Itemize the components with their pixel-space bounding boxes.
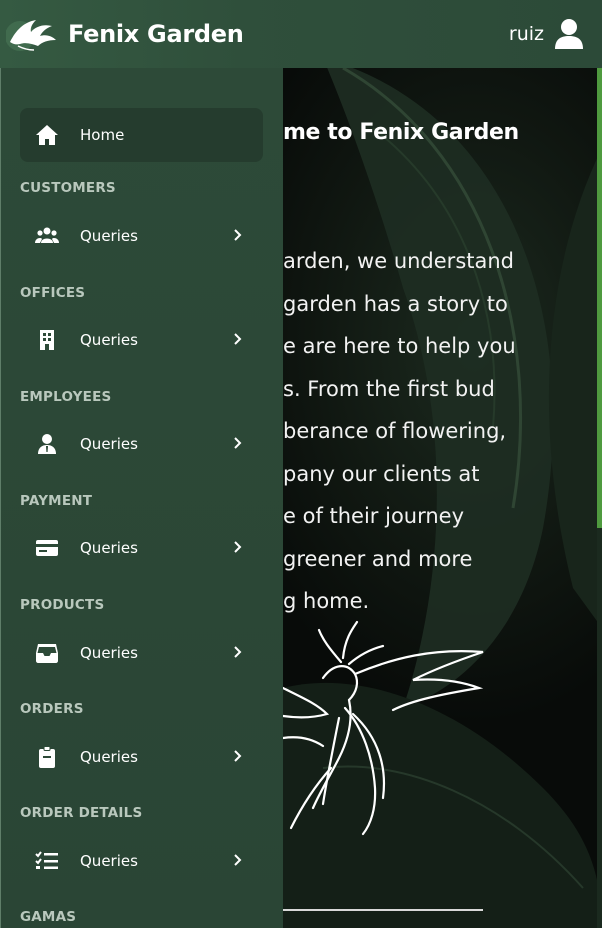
- section-offices: OFFICES: [20, 285, 86, 301]
- scrollbar-thumb[interactable]: [597, 68, 602, 528]
- main-content: me to Fenix Garden arden, we understand …: [283, 68, 602, 928]
- sidebar-item-label: Queries: [80, 227, 138, 245]
- users-icon: [34, 225, 60, 247]
- intro-line: e are here to help you: [283, 334, 516, 358]
- sidebar-item-label: Queries: [80, 331, 138, 349]
- sidebar-item-products-queries[interactable]: Queries: [20, 631, 263, 675]
- employee-icon: [34, 433, 60, 455]
- sidebar-item-order-details-queries[interactable]: Queries: [20, 839, 263, 883]
- inbox-icon: [34, 642, 60, 664]
- section-employees: EMPLOYEES: [20, 389, 112, 405]
- sidebar-item-label: Queries: [80, 435, 138, 453]
- sidebar-item-employees-queries[interactable]: Queries: [20, 422, 263, 466]
- chevron-right-icon: [234, 437, 242, 449]
- intro-text: arden, we understand garden has a story …: [283, 240, 516, 623]
- section-customers: CUSTOMERS: [20, 180, 116, 196]
- phoenix-illustration: [283, 620, 484, 836]
- user-name: ruiz: [508, 23, 544, 45]
- section-gamas: GAMAS: [20, 909, 77, 925]
- checklist-icon: [34, 850, 60, 872]
- intro-line: berance of flowering,: [283, 419, 507, 443]
- sidebar-item-label: Queries: [80, 539, 138, 557]
- intro-line: garden has a story to: [283, 291, 508, 316]
- chevron-right-icon: [234, 854, 242, 866]
- intro-line: e of their journey: [283, 504, 465, 528]
- section-orders: ORDERS: [20, 701, 84, 717]
- sidebar-item-customers-queries[interactable]: Queries: [20, 214, 263, 258]
- sidebar-item-orders-queries[interactable]: Queries: [20, 735, 263, 779]
- home-icon: [34, 124, 60, 146]
- user-menu[interactable]: ruiz: [509, 18, 584, 50]
- intro-line: greener and more: [283, 546, 473, 571]
- credit-card-icon: [34, 537, 60, 559]
- section-products: PRODUCTS: [20, 597, 105, 613]
- phoenix-logo-icon: [6, 20, 56, 51]
- sidebar-item-payment-queries[interactable]: Queries: [20, 526, 263, 570]
- section-order-details: ORDER DETAILS: [20, 805, 143, 821]
- sidebar-item-label: Home: [80, 126, 125, 144]
- building-icon: [34, 329, 60, 351]
- intro-line: s. From the first bud: [283, 376, 495, 401]
- brand[interactable]: Fenix Garden: [6, 12, 244, 56]
- intro-line: g home.: [283, 589, 370, 613]
- user-icon: [555, 19, 583, 49]
- intro-line: arden, we understand: [283, 249, 514, 273]
- sidebar-item-label: Queries: [80, 748, 138, 766]
- divider: [283, 909, 483, 911]
- sidebar-item-offices-queries[interactable]: Queries: [20, 318, 263, 362]
- clipboard-icon: [34, 746, 60, 768]
- sidebar-item-home[interactable]: Home: [20, 108, 263, 162]
- section-payment: PAYMENT: [20, 493, 93, 509]
- welcome-heading: me to Fenix Garden: [283, 120, 519, 145]
- brand-name: Fenix Garden: [68, 20, 244, 48]
- chevron-right-icon: [234, 333, 242, 345]
- sidebar-item-label: Queries: [80, 852, 138, 870]
- chevron-right-icon: [234, 750, 242, 762]
- chevron-right-icon: [234, 229, 242, 241]
- scrollbar[interactable]: [597, 68, 602, 928]
- top-bar: Fenix Garden ruiz: [0, 0, 602, 68]
- chevron-right-icon: [234, 541, 242, 553]
- sidebar: Home CUSTOMERS Queries OFFICES Queries E…: [0, 68, 283, 928]
- chevron-right-icon: [234, 646, 242, 658]
- intro-line: pany our clients at: [283, 461, 480, 486]
- sidebar-item-label: Queries: [80, 644, 138, 662]
